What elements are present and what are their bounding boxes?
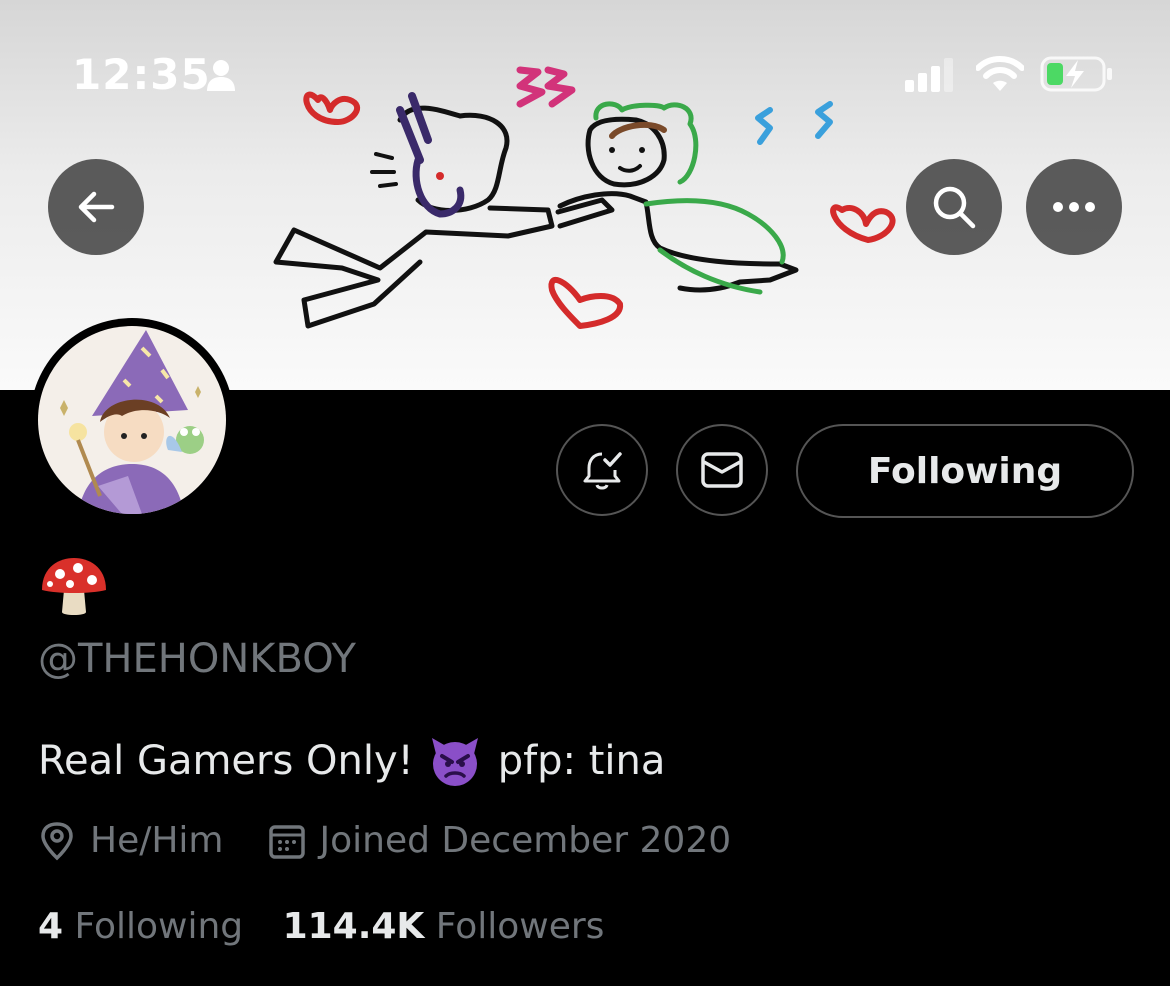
bio-text-end: pfp: tina (497, 738, 666, 784)
search-icon (933, 186, 976, 229)
more-options-button[interactable] (1026, 159, 1122, 255)
profile-pronouns: He/Him (90, 820, 224, 861)
mushroom-emoji (42, 558, 106, 615)
location-pin-icon (41, 821, 73, 860)
following-stat[interactable]: 4 Following (38, 906, 243, 947)
more-horizontal-icon (1053, 202, 1095, 212)
angry-devil-emoji (431, 738, 478, 786)
followers-stat[interactable]: 114.4K Followers (283, 906, 605, 947)
profile-stats: 4 Following 114.4K Followers (38, 906, 604, 947)
profile-handle: @THEHONKBOY (38, 636, 356, 682)
cellular-signal-icon (905, 58, 953, 92)
following-count: 4 (38, 906, 64, 947)
arrow-left-icon (78, 191, 115, 223)
wifi-icon (976, 56, 1024, 91)
bell-check-icon (583, 452, 622, 490)
bio-text-start: Real Gamers Only! (38, 738, 414, 784)
search-button[interactable] (906, 159, 1002, 255)
profile-join-date: Joined December 2020 (319, 820, 732, 861)
mail-icon (701, 452, 743, 488)
profile-avatar[interactable] (30, 318, 234, 522)
status-bar: 12:35 (0, 0, 1170, 150)
following-label: Following (74, 906, 244, 947)
calendar-icon (268, 824, 305, 859)
profile-meta: He/Him Joined December 2020 (38, 820, 731, 861)
followers-label: Followers (435, 906, 605, 947)
profile-bio: Real Gamers Only! pfp: tina (38, 734, 665, 788)
following-button[interactable]: Following (796, 424, 1134, 518)
status-time: 12:35 (72, 50, 211, 99)
followers-count: 114.4K (282, 906, 425, 947)
notifications-button[interactable] (556, 424, 648, 516)
battery-charging-icon (1040, 56, 1112, 92)
message-button[interactable] (676, 424, 768, 516)
person-icon (207, 60, 235, 91)
back-button[interactable] (48, 159, 144, 255)
